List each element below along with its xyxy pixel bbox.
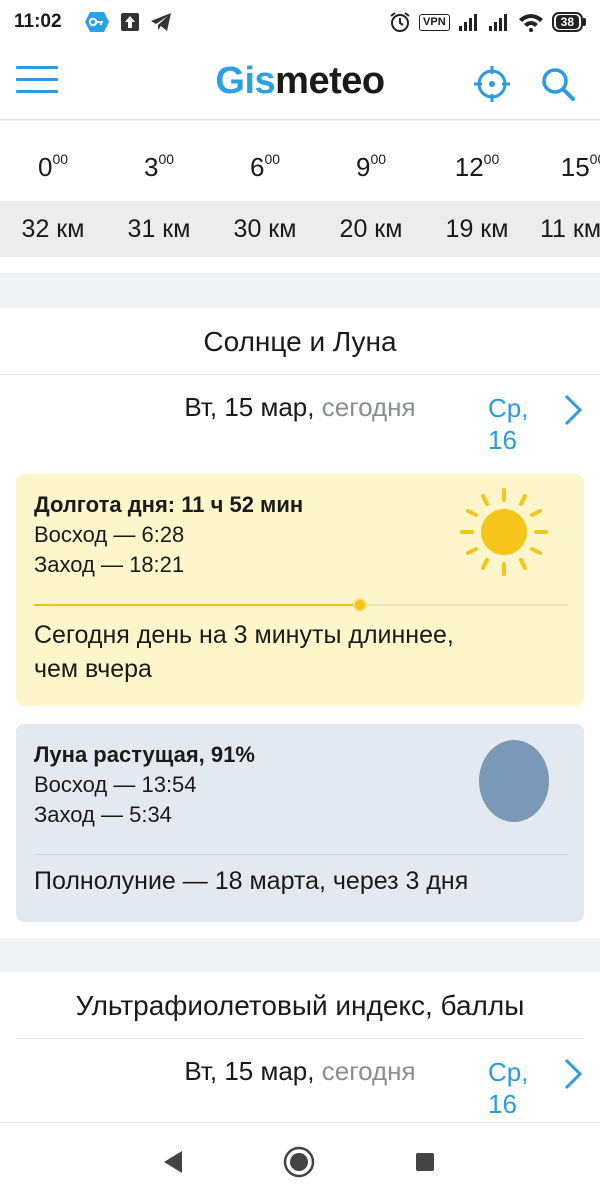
upload-icon: [120, 13, 139, 31]
hours-row[interactable]: 000 300 600 900 1200 1500: [0, 121, 600, 201]
vpn-badge: VPN: [419, 13, 450, 31]
app-header: Gismeteo: [0, 44, 600, 120]
sunrise-time: Восход — 6:28: [34, 522, 185, 547]
day-length: Долгота дня: 11 ч 52 мин: [34, 492, 304, 517]
full-moon-note: Полнолуние — 18 марта, через 3 дня: [34, 867, 469, 895]
next-date-link[interactable]: Ср, 16: [488, 1056, 528, 1120]
battery-indicator: 38: [551, 12, 586, 32]
hour-label: 1500: [560, 151, 600, 182]
date-selector: Вт, 15 мар, сегодня Ср, 16: [0, 1038, 600, 1120]
search-icon[interactable]: [538, 64, 578, 104]
signal-icon: [458, 14, 477, 31]
key-app-icon: [84, 12, 109, 32]
logo-meteo: meteo: [275, 60, 385, 102]
status-time: 11:02: [14, 11, 62, 32]
sun-info-box: Долгота дня: 11 ч 52 мин Восход — 6:28 З…: [16, 474, 584, 706]
recents-icon[interactable]: [408, 1145, 442, 1179]
date-selector: Вт, 15 мар, сегодня Ср, 16: [0, 374, 600, 456]
home-icon[interactable]: [282, 1145, 316, 1179]
hour-label: 300: [143, 151, 175, 182]
signal-2-icon: [488, 14, 507, 31]
battery-body: 38: [551, 12, 583, 32]
visibility-value: 11 км: [540, 215, 600, 243]
card-title: Солнце и Луна: [203, 326, 397, 357]
status-bar-left: 11:02: [14, 11, 172, 33]
logo-gis: Gis: [215, 60, 276, 102]
status-bar: 11:02 VPN 38: [0, 0, 600, 44]
sunset-time: Заход — 18:21: [34, 552, 185, 577]
telegram-icon: [150, 13, 171, 31]
visibility-value: 19 км: [445, 215, 509, 243]
sun-icon: [460, 488, 548, 576]
hour-label: 000: [37, 151, 69, 182]
battery-level: 38: [555, 15, 579, 29]
card-title: Ультрафиолетовый индекс, баллы: [75, 990, 525, 1021]
moon-phase: Луна растущая, 91%: [34, 742, 255, 767]
day-progress-bar: [34, 598, 568, 612]
system-nav-bar: [0, 1122, 600, 1200]
visibility-value: 20 км: [339, 215, 403, 243]
hour-label: 900: [355, 151, 387, 182]
visibility-row[interactable]: 32 км 31 км 30 км 20 км 19 км 11 км: [0, 201, 600, 257]
moon-icon: [479, 740, 549, 822]
moonrise-time: Восход — 13:54: [34, 772, 197, 797]
back-icon[interactable]: [156, 1145, 190, 1179]
chevron-right-icon[interactable]: [556, 390, 588, 430]
status-bar-right: VPN 38: [389, 11, 586, 33]
uv-index-card: Ультрафиолетовый индекс, баллы Вт, 15 ма…: [0, 972, 600, 1122]
day-progress-fill: [34, 604, 360, 606]
next-date-link[interactable]: Ср, 16: [488, 392, 528, 456]
moon-info-box: Луна растущая, 91% Восход — 13:54 Заход …: [16, 724, 584, 922]
visibility-value: 30 км: [233, 215, 297, 243]
moon-divider: [34, 854, 568, 855]
hour-label: 1200: [454, 151, 500, 182]
gismeteo-screen: 11:02 VPN 38 Gismeteo 000 300 600 900 12…: [0, 0, 600, 1200]
day-length-note: Сегодня день на 3 минуты длиннее, чем вче…: [34, 621, 454, 683]
battery-tip: [583, 18, 586, 26]
visibility-value: 32 км: [21, 215, 85, 243]
chevron-right-icon[interactable]: [556, 1054, 588, 1094]
location-target-icon[interactable]: [472, 64, 512, 104]
visibility-value: 31 км: [127, 215, 191, 243]
moonset-time: Заход — 5:34: [34, 802, 172, 827]
visibility-card-bottom: [0, 257, 600, 273]
alarm-icon: [390, 12, 410, 32]
wifi-icon: [518, 14, 543, 32]
hour-label: 600: [249, 151, 281, 182]
day-progress-marker: [353, 598, 367, 612]
